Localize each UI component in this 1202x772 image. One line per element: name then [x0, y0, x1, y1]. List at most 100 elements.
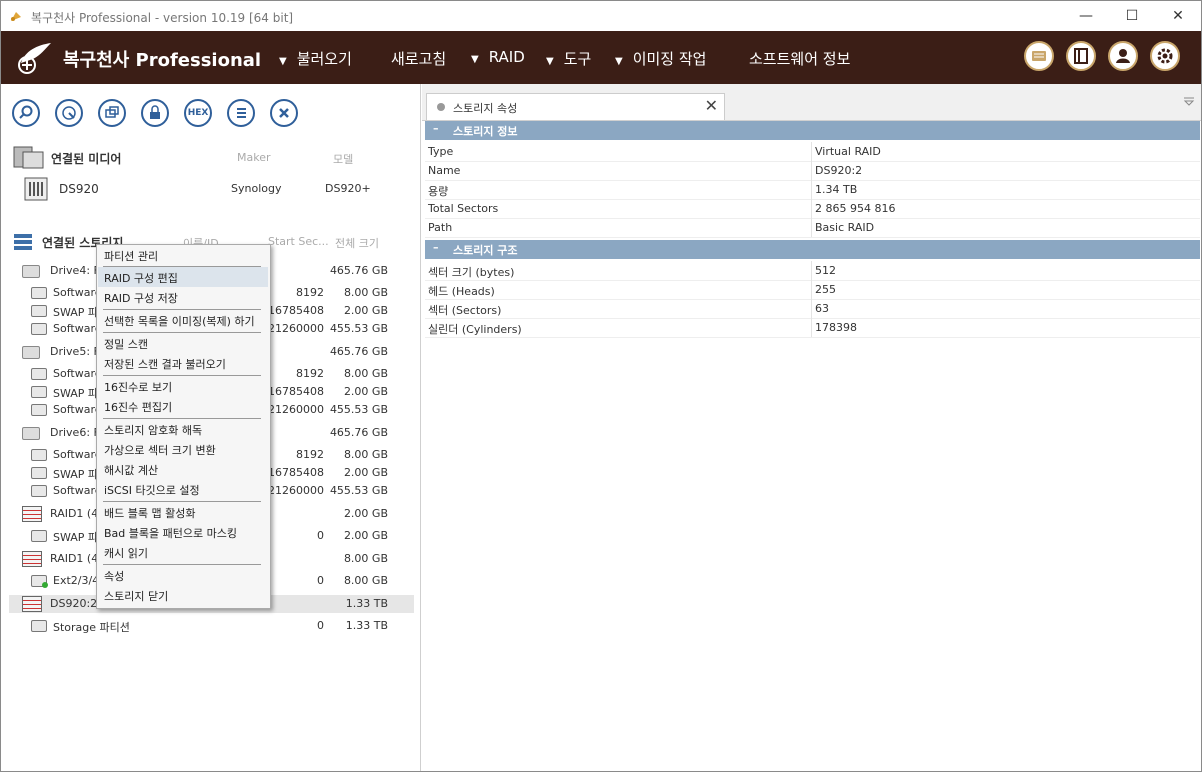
tab-list-dropdown-icon[interactable] — [1183, 97, 1195, 107]
dropdown-triangle-icon: ▼ — [471, 54, 479, 65]
storage-row-size: 1.33 TB — [345, 619, 388, 632]
context-menu-label: Bad 블록을 패턴으로 마스킹 — [104, 527, 237, 540]
close-storage-button[interactable] — [270, 99, 298, 127]
property-row[interactable]: Total Sectors 2 865 954 816 — [425, 199, 1200, 219]
column-divider — [811, 180, 812, 199]
status-dot-icon — [42, 582, 48, 588]
lock-button[interactable] — [141, 99, 169, 127]
property-row[interactable]: 헤드 (Heads) 255 — [425, 280, 1200, 300]
column-divider — [811, 218, 812, 237]
context-menu-item[interactable]: 정밀 스캔 — [98, 333, 268, 353]
context-menu-item[interactable]: Bad 블록을 패턴으로 마스킹 — [98, 522, 268, 542]
settings-button[interactable] — [1150, 41, 1180, 71]
context-menu-item[interactable]: 스토리지 닫기 — [98, 585, 268, 605]
storage-row-name: SWAP 파 — [53, 531, 99, 544]
context-menu-label: 스토리지 닫기 — [104, 590, 169, 603]
section-storage-info[interactable]: – 스토리지 정보 — [425, 121, 1200, 140]
context-menu-item[interactable]: RAID 구성 편집 — [98, 267, 268, 287]
scan-button[interactable] — [55, 99, 83, 127]
property-row[interactable]: 실린더 (Cylinders) 178398 — [425, 318, 1200, 338]
tab-strip: 스토리지 속성 ✕ — [422, 84, 1201, 121]
context-menu-item[interactable]: 속성 — [98, 565, 268, 585]
context-menu-label: 16진수로 보기 — [104, 381, 173, 394]
menu-imaging[interactable]: ▼ 이미징 작업 — [615, 48, 706, 69]
property-value: Virtual RAID — [815, 145, 881, 158]
context-menu-item[interactable]: 저장된 스캔 결과 불러오기 — [98, 353, 268, 373]
context-menu-item[interactable]: 가상으로 섹터 크기 변환 — [98, 439, 268, 459]
context-menu-item[interactable]: iSCSI 타깃으로 설정 — [98, 479, 268, 499]
dropdown-triangle-icon: ▼ — [546, 56, 554, 67]
minimize-button[interactable]: — — [1063, 1, 1109, 31]
context-menu-item[interactable]: 파티션 관리 — [98, 245, 268, 265]
column-divider — [811, 199, 812, 218]
context-menu-label: 스토리지 암호화 해독 — [104, 424, 203, 437]
menu-load[interactable]: ▼ 불러오기 — [279, 48, 352, 69]
menu-separator — [103, 375, 261, 376]
log-button[interactable] — [1024, 41, 1054, 71]
partition-icon — [31, 485, 47, 497]
menu-tools[interactable]: ▼ 도구 — [546, 48, 591, 69]
storage-row-size: 8.00 GB — [343, 448, 388, 461]
property-row[interactable]: 용량 1.34 TB — [425, 180, 1200, 200]
section-storage-structure[interactable]: – 스토리지 구조 — [425, 240, 1200, 259]
clone-button[interactable] — [98, 99, 126, 127]
menu-separator — [103, 418, 261, 419]
storage-col-size: 전체 크기 — [335, 237, 379, 250]
property-value: 1.34 TB — [815, 183, 858, 196]
partition-icon — [31, 620, 47, 632]
context-menu-item[interactable]: 16진수로 보기 — [98, 376, 268, 396]
property-row[interactable]: 섹터 크기 (bytes) 512 — [425, 261, 1200, 281]
partition-icon — [31, 287, 47, 299]
partition-icon — [31, 530, 47, 542]
media-device-row[interactable]: DS920 Synology DS920+ — [9, 177, 414, 202]
storage-row-size: 465.76 GB — [329, 426, 388, 439]
property-row[interactable]: Name DS920:2 — [425, 161, 1200, 181]
tab-close-button[interactable]: ✕ — [705, 96, 718, 115]
storage-row-size: 455.53 GB — [329, 484, 388, 497]
storage-row-name: RAID1 (4 — [50, 507, 99, 520]
tab-dot-icon — [437, 103, 445, 111]
property-row[interactable]: Type Virtual RAID — [425, 142, 1200, 162]
property-row[interactable]: Path Basic RAID — [425, 218, 1200, 238]
close-window-button[interactable]: ✕ — [1155, 1, 1201, 31]
panel-button[interactable] — [1066, 41, 1096, 71]
menu-raid[interactable]: ▼ RAID — [471, 48, 525, 66]
context-menu-item[interactable]: 스토리지 암호화 해독 — [98, 419, 268, 439]
maximize-button[interactable]: ☐ — [1109, 1, 1155, 31]
property-value: 512 — [815, 264, 836, 277]
hard-disk-icon — [22, 346, 40, 359]
storage-row[interactable]: Storage 파티션 0 1.33 TB — [9, 617, 414, 635]
storage-row-size: 2.00 GB — [343, 466, 388, 479]
hex-button[interactable]: HEX — [184, 99, 212, 127]
property-row[interactable]: 섹터 (Sectors) 63 — [425, 299, 1200, 319]
storage-row-start: 8192 — [296, 286, 324, 299]
list-icon — [237, 108, 246, 118]
menu-about[interactable]: 소프트웨어 정보 — [749, 48, 850, 69]
storage-row-start: 21260000 — [268, 484, 324, 497]
raid-icon — [22, 506, 42, 522]
context-menu-item[interactable]: RAID 구성 저장 — [98, 287, 268, 307]
partition-icon — [31, 305, 47, 317]
partition-icon — [31, 449, 47, 461]
property-key: 섹터 (Sectors) — [428, 304, 502, 317]
list-button[interactable] — [227, 99, 255, 127]
storage-icon — [14, 234, 32, 250]
gear-icon — [1157, 48, 1173, 64]
raid-icon — [22, 551, 42, 567]
nas-icon — [24, 177, 48, 201]
context-menu-item[interactable]: 16진수 편집기 — [98, 396, 268, 416]
property-key: 헤드 (Heads) — [428, 285, 495, 298]
context-menu-item[interactable]: 해시값 계산 — [98, 459, 268, 479]
context-menu-item[interactable]: 배드 블록 맵 활성화 — [98, 502, 268, 522]
menu-separator — [103, 501, 261, 502]
user-button[interactable] — [1108, 41, 1138, 71]
column-divider — [811, 280, 812, 299]
tab-storage-properties[interactable]: 스토리지 속성 ✕ — [426, 93, 725, 120]
storage-row-size: 2.00 GB — [343, 507, 388, 520]
context-menu-item[interactable]: 선택한 목록을 이미징(복제) 하기 — [98, 310, 268, 330]
search-button[interactable] — [12, 99, 40, 127]
partition-icon — [31, 368, 47, 380]
storage-row-size: 8.00 GB — [343, 574, 388, 587]
context-menu-item[interactable]: 캐시 읽기 — [98, 542, 268, 562]
menu-refresh[interactable]: 새로고침 — [391, 48, 446, 69]
